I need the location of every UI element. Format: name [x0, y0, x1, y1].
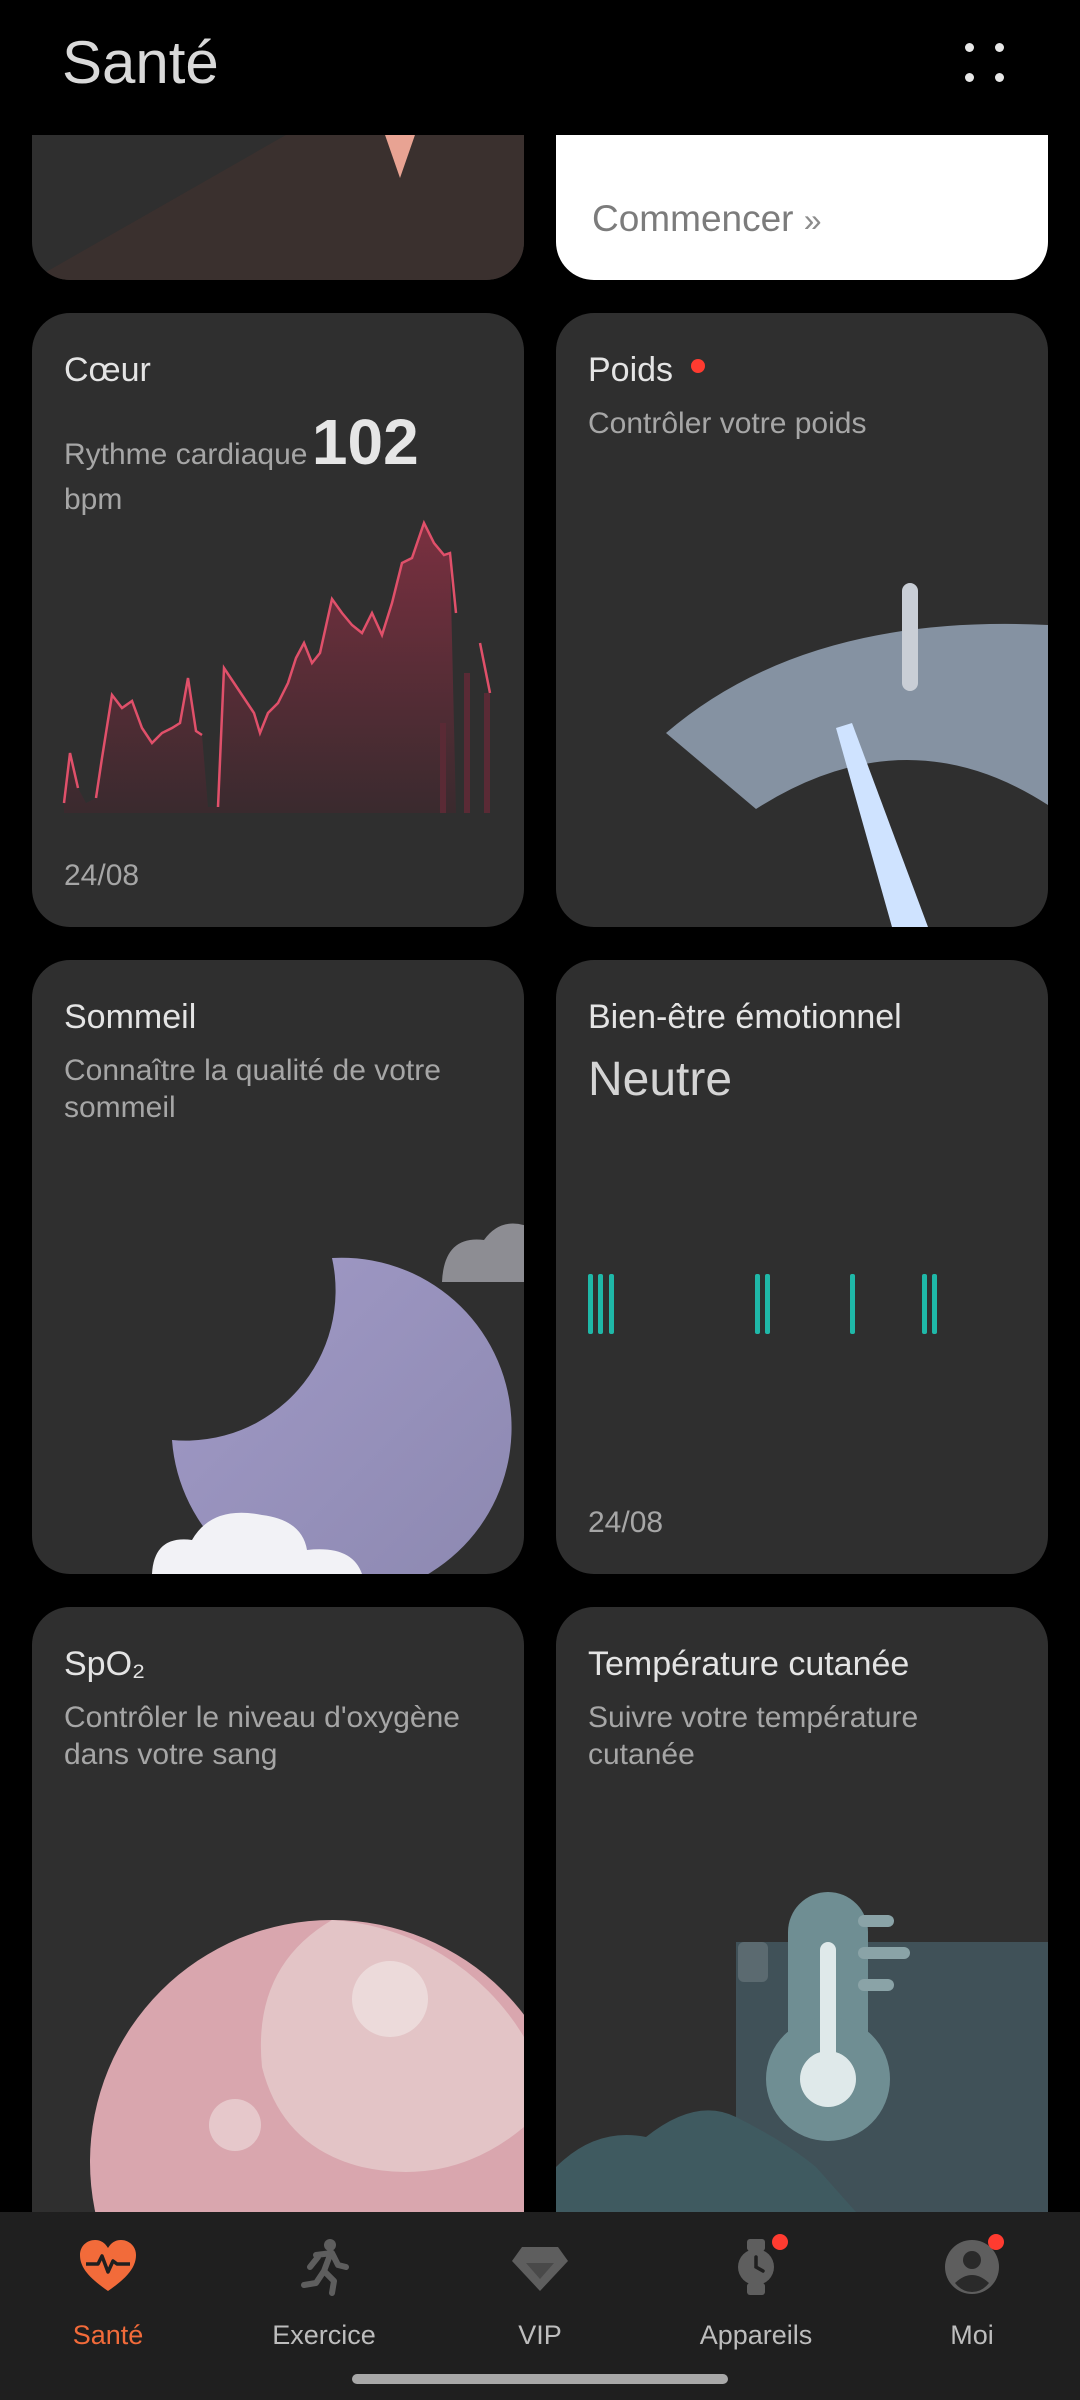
spo2-illustration: [90, 1920, 524, 2212]
appareils-badge: [772, 2234, 788, 2250]
sleep-card[interactable]: Sommeil Connaître la qualité de votre so…: [32, 960, 524, 1574]
more-dots-icon[interactable]: [950, 35, 1020, 95]
nav-item-moi[interactable]: Moi: [864, 2212, 1080, 2372]
spo2-card[interactable]: SpO₂ Contrôler le niveau d'oxygène dans …: [32, 1607, 524, 2212]
nav-item-appareils[interactable]: Appareils: [648, 2212, 864, 2372]
nav-item-vip[interactable]: VIP: [432, 2212, 648, 2372]
weight-scale-illustration: [666, 583, 1048, 927]
home-indicator: [352, 2374, 728, 2384]
running-icon: [301, 2239, 349, 2296]
nav-label-moi: Moi: [950, 2320, 994, 2350]
temperature-card[interactable]: Température cutanée Suivre votre tempéra…: [556, 1607, 1048, 2212]
nav-label-vip: VIP: [518, 2320, 562, 2350]
app-header: Santé: [0, 0, 1080, 135]
diamond-icon: [512, 2247, 568, 2291]
nav-item-sante[interactable]: Santé: [0, 2212, 216, 2372]
weight-card[interactable]: Poids Contrôler votre poids: [556, 313, 1048, 927]
moi-badge: [988, 2234, 1004, 2250]
nav-label-exercice: Exercice: [272, 2320, 376, 2350]
double-chevron-right-icon: »: [803, 202, 822, 238]
heart-card-date: 24/08: [64, 859, 140, 892]
nav-item-exercice[interactable]: Exercice: [216, 2212, 432, 2372]
emotion-card[interactable]: Bien-être émotionnel Neutre 24/08: [556, 960, 1048, 1574]
start-button-label: Commencer: [592, 198, 794, 239]
page-title: Santé: [62, 29, 219, 96]
nav-label-appareils: Appareils: [699, 2320, 813, 2350]
heart-pulse-icon: [80, 2240, 136, 2291]
emotion-bars: [588, 1274, 937, 1334]
nav-label-sante: Santé: [72, 2320, 144, 2350]
heart-card[interactable]: Cœur Rythme cardiaque 102 bpm 24/08: [32, 313, 524, 927]
bottom-navigation: Santé Exercice VIP Appareils Moi: [0, 2212, 1080, 2400]
emotion-card-date: 24/08: [588, 1506, 664, 1539]
heart-rate-chart: [62, 519, 492, 813]
thermometer-illustration: [556, 1892, 1048, 2212]
moon-illustration: [152, 1223, 524, 1574]
start-button[interactable]: Commencer »: [592, 198, 822, 240]
